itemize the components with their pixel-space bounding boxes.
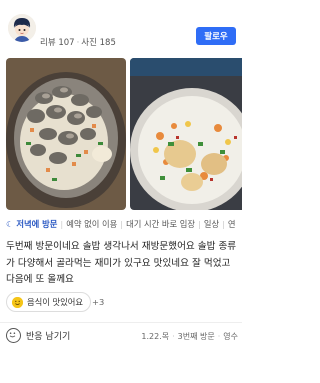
tag-item: 예약 없이 이용 [66, 219, 118, 229]
smile-outline-icon [6, 328, 21, 343]
keyword-chip[interactable]: 음식이 맛있어요 [6, 292, 92, 312]
review-header: 리뷰 107 · 사진 185 팔로우 [0, 0, 242, 62]
tag-item: 연 [227, 219, 236, 229]
review-meta: 1.22.목 · 3번째 방문 · 영수 [141, 332, 238, 341]
keyword-chip-label: 음식이 맛있어요 [27, 297, 84, 307]
follow-button[interactable]: 팔로우 [196, 27, 236, 45]
smile-icon [12, 296, 23, 308]
avatar[interactable] [8, 14, 36, 42]
food-photo-1[interactable] [6, 58, 126, 210]
review-count: 리뷰 107 [40, 38, 75, 48]
reaction-label: 반응 남기기 [26, 332, 71, 342]
reviewer-stats: 리뷰 107 · 사진 185 [40, 38, 116, 48]
photo-count: 사진 185 [81, 38, 116, 48]
visit-count: 3번째 방문 [177, 332, 215, 341]
divider [0, 322, 242, 323]
tag-item: 대기 시간 바로 입장 [126, 219, 196, 229]
review-text[interactable]: 두번째 방문이네요 솔밥 생각나서 재방문했어요 솔밥 종류가 다양해서 골라먹… [6, 239, 238, 289]
food-photo-2[interactable] [130, 58, 242, 210]
visit-date: 1.22.목 [141, 332, 170, 341]
visit-tags: ☾ 저녁에 방문 | 예약 없이 이용 | 대기 시간 바로 입장 | 일상 | 연 [6, 219, 236, 229]
tag-visit-time: ☾ 저녁에 방문 [6, 219, 58, 229]
receipt-label: 영수 [223, 332, 238, 341]
reaction-button[interactable]: 반응 남기기 [6, 328, 70, 343]
tag-item: 일상 [203, 219, 220, 229]
photo-carousel[interactable] [6, 58, 242, 210]
tag-visit-time-label: 저녁에 방문 [16, 219, 58, 229]
more-keywords[interactable]: +3 [92, 297, 104, 307]
